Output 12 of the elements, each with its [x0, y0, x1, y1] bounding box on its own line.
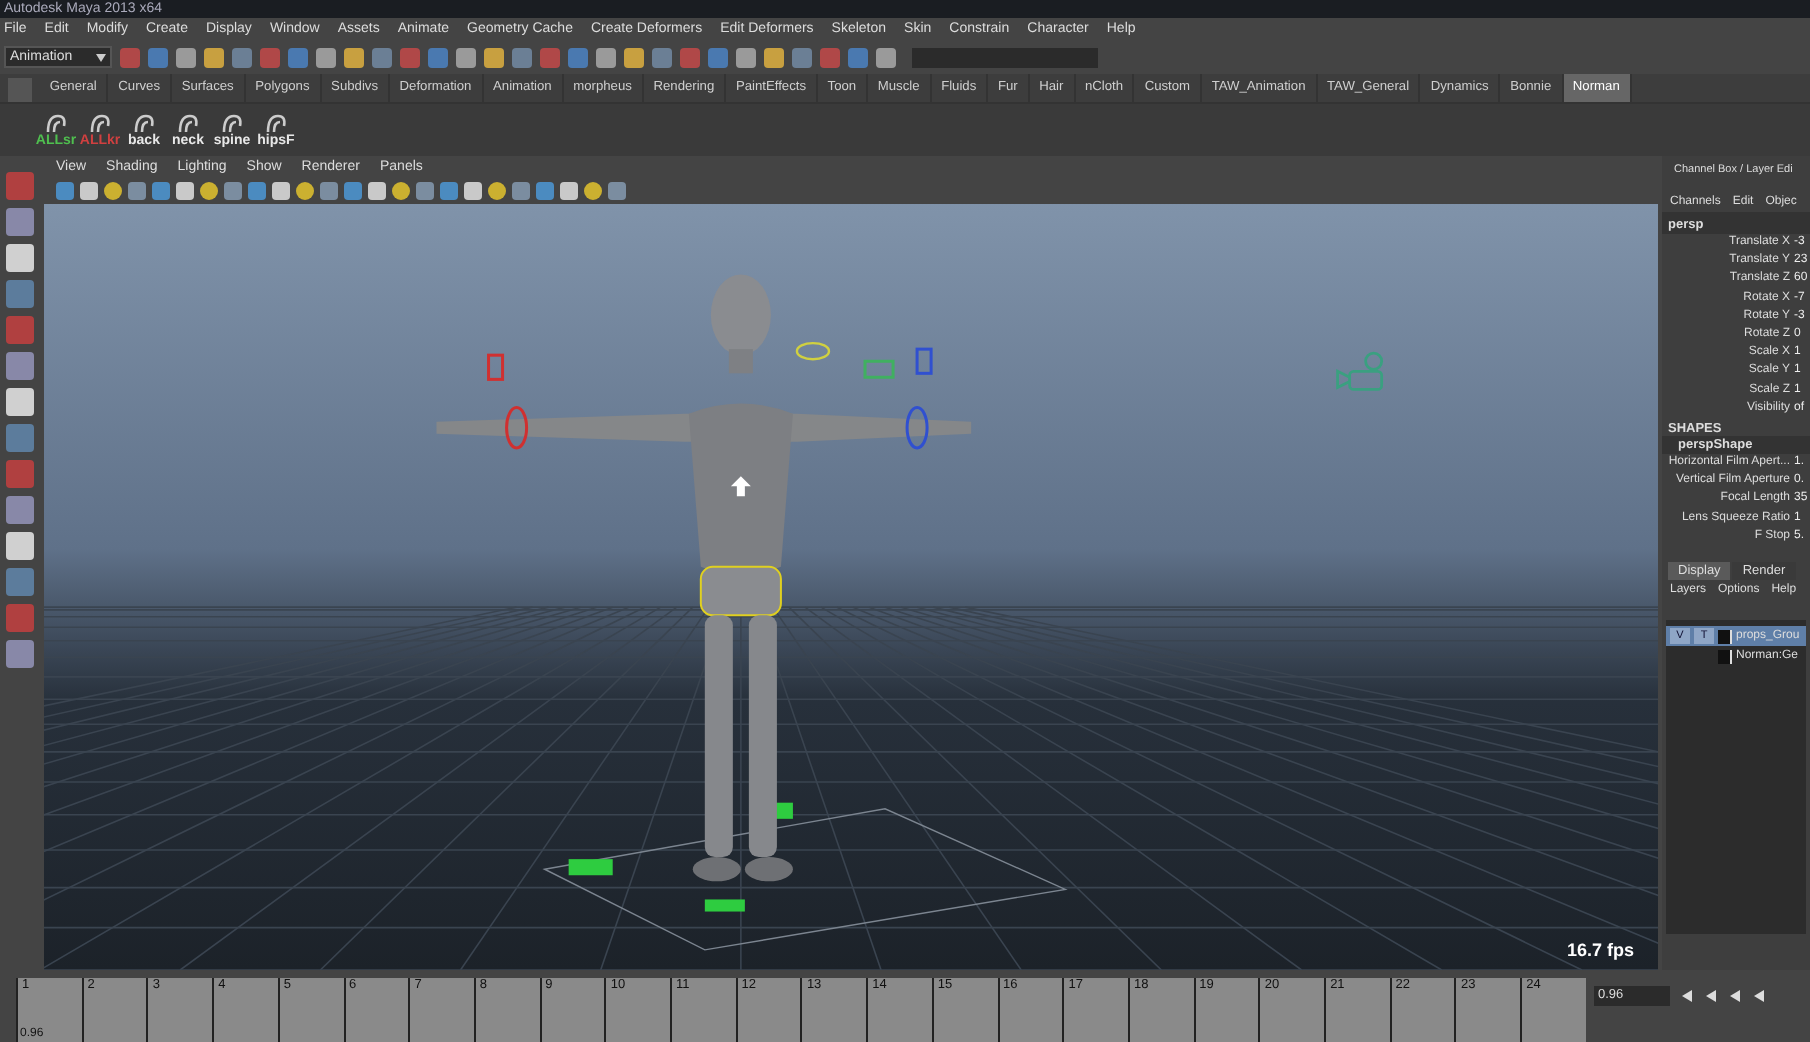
curl-icon — [132, 113, 156, 133]
input-field[interactable] — [912, 47, 1098, 67]
curl-icon — [88, 113, 112, 133]
fps-counter: 16.7 fps — [1566, 940, 1634, 960]
color-swatch-icon — [1718, 649, 1732, 664]
curl-icon — [176, 113, 200, 133]
caret-icon — [96, 53, 106, 61]
curl-icon — [44, 113, 68, 133]
camera-icon — [1336, 351, 1384, 391]
curl-icon — [264, 113, 288, 133]
color-swatch-icon — [1718, 629, 1732, 644]
curl-icon — [220, 113, 244, 133]
